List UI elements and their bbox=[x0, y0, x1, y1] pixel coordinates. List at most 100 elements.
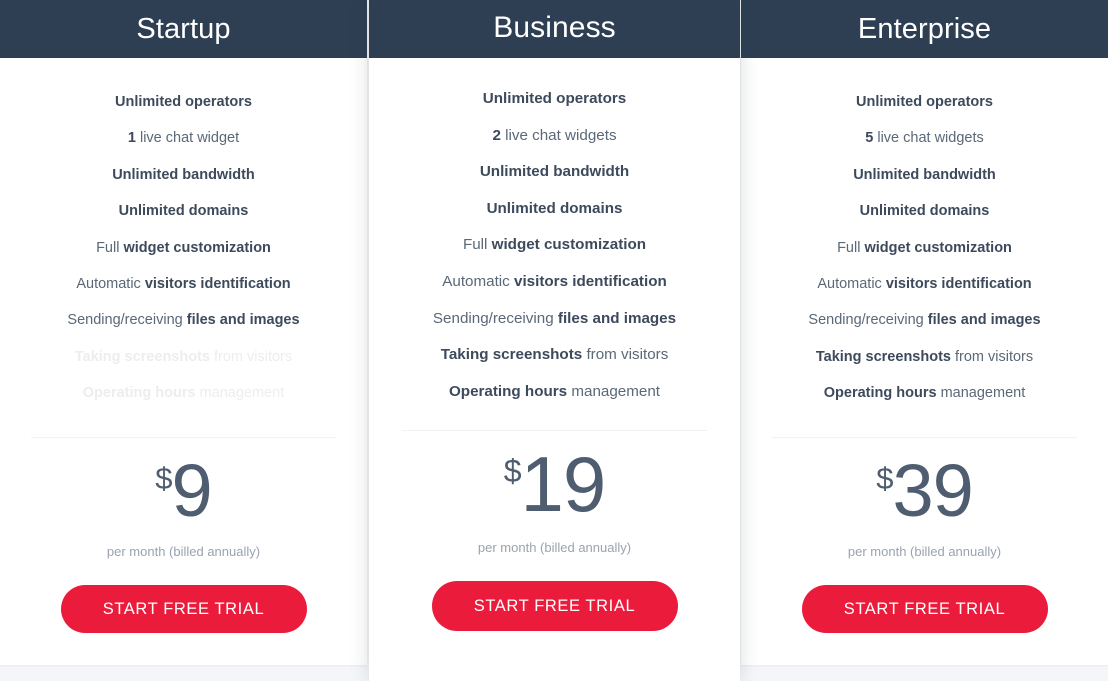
feature-item: Unlimited operators bbox=[0, 84, 367, 120]
feature-text-emphasis: files and images bbox=[557, 309, 677, 327]
feature-list-startup: Unlimited operators 1 live chat widget Unl… bbox=[0, 58, 367, 412]
price-note: per month (billed annually) bbox=[477, 540, 632, 556]
feature-text-tail: from visitors bbox=[950, 348, 1034, 365]
feature-text: Unlimited bandwidth bbox=[479, 163, 630, 181]
price-note: per month (billed annually) bbox=[847, 543, 1002, 559]
plan-card-business: Business Unlimited operators 2 live chat w… bbox=[369, 0, 740, 681]
feature-text-emphasis: widget customization bbox=[864, 239, 1012, 256]
feature-item: Full widget customization bbox=[369, 227, 740, 264]
feature-text-emphasis: Operating hours bbox=[823, 385, 937, 402]
plan-header-business: Business bbox=[369, 0, 740, 58]
feature-item: Sending/receiving files and images bbox=[0, 302, 367, 338]
feature-item: Taking screenshots from visitors bbox=[741, 339, 1108, 375]
feature-item: Taking screenshots from visitors bbox=[0, 339, 367, 375]
feature-text-lead: Sending/receiving bbox=[67, 312, 187, 329]
price-note: per month (billed annually) bbox=[106, 543, 261, 559]
feature-text-emphasis: visitors identification bbox=[144, 276, 291, 293]
feature-text-tail: live chat widgets bbox=[873, 130, 984, 147]
feature-item: Unlimited bandwidth bbox=[0, 157, 367, 193]
feature-text-lead: Automatic bbox=[76, 276, 145, 293]
feature-item: Unlimited domains bbox=[369, 191, 740, 228]
feature-item: Operating hours management bbox=[369, 374, 740, 411]
price-row: $39 bbox=[876, 453, 974, 528]
feature-item: Operating hours management bbox=[741, 375, 1108, 411]
plan-title: Enterprise bbox=[857, 13, 992, 45]
price-currency: $ bbox=[503, 453, 522, 490]
price-block-startup: $9 per month (billed annually) bbox=[0, 438, 367, 559]
feature-text-emphasis: files and images bbox=[186, 312, 300, 329]
feature-text-lead: Full bbox=[462, 236, 492, 254]
feature-item: Taking screenshots from visitors bbox=[369, 337, 740, 374]
price-currency: $ bbox=[876, 460, 893, 496]
feature-text-emphasis: Taking screenshots bbox=[440, 346, 583, 364]
feature-item: Automatic visitors identification bbox=[369, 264, 740, 301]
feature-item: 2 live chat widgets bbox=[369, 118, 740, 155]
feature-text-tail: from visitors bbox=[582, 346, 669, 364]
feature-text-emphasis: Operating hours bbox=[82, 385, 196, 402]
feature-text-lead: Sending/receiving bbox=[808, 312, 928, 329]
cta-wrap: START FREE TRIAL bbox=[741, 559, 1108, 633]
price-row: $19 bbox=[503, 445, 607, 523]
feature-list-enterprise: Unlimited operators 5 live chat widgets Un… bbox=[741, 58, 1108, 412]
feature-text-tail: live chat widget bbox=[135, 130, 240, 147]
feature-text-emphasis: Taking screenshots bbox=[815, 348, 951, 365]
feature-text: Unlimited bandwidth bbox=[112, 166, 255, 183]
feature-text-emphasis: files and images bbox=[927, 312, 1041, 329]
price-currency: $ bbox=[155, 460, 172, 496]
feature-text-lead: Automatic bbox=[442, 272, 514, 290]
feature-text-emphasis: Taking screenshots bbox=[74, 348, 210, 365]
feature-text-tail: management bbox=[567, 382, 660, 400]
feature-text-emphasis: visitors identification bbox=[514, 272, 667, 290]
feature-text-emphasis: Operating hours bbox=[448, 382, 568, 400]
price-block-enterprise: $39 per month (billed annually) bbox=[741, 438, 1108, 559]
feature-text-emphasis: visitors identification bbox=[885, 276, 1032, 293]
feature-text: Unlimited operators bbox=[115, 94, 252, 110]
feature-text: Unlimited operators bbox=[856, 94, 993, 110]
price-row: $9 bbox=[155, 453, 212, 528]
price-block-business: $19 per month (billed annually) bbox=[369, 431, 740, 555]
feature-item: Sending/receiving files and images bbox=[369, 301, 740, 338]
feature-text: Unlimited domains bbox=[859, 203, 990, 220]
price-amount: 19 bbox=[520, 440, 607, 529]
plan-card-startup: Startup Unlimited operators 1 live chat wi… bbox=[0, 0, 367, 665]
feature-text-lead: Full bbox=[837, 239, 865, 256]
feature-list-business: Unlimited operators 2 live chat widgets Un… bbox=[369, 58, 740, 410]
feature-item: Sending/receiving files and images bbox=[741, 302, 1108, 338]
feature-text-emphasis: widget customization bbox=[123, 239, 271, 256]
feature-item: Full widget customization bbox=[741, 230, 1108, 266]
feature-item: Automatic visitors identification bbox=[0, 266, 367, 302]
feature-item: Unlimited bandwidth bbox=[741, 157, 1108, 193]
feature-item: Unlimited domains bbox=[0, 193, 367, 229]
plan-title: Startup bbox=[136, 13, 231, 45]
feature-text-emphasis: 2 bbox=[492, 126, 501, 144]
feature-text-tail: management bbox=[195, 385, 285, 402]
feature-item: Automatic visitors identification bbox=[741, 266, 1108, 302]
price-amount: 9 bbox=[171, 448, 213, 532]
feature-item: Unlimited operators bbox=[369, 81, 740, 118]
cta-wrap: START FREE TRIAL bbox=[369, 555, 740, 632]
feature-item: Unlimited domains bbox=[741, 193, 1108, 229]
plan-header-enterprise: Enterprise bbox=[741, 0, 1108, 58]
feature-item: Unlimited operators bbox=[741, 84, 1108, 120]
feature-text: Unlimited domains bbox=[486, 199, 623, 217]
start-free-trial-button-startup[interactable]: START FREE TRIAL bbox=[60, 584, 307, 633]
feature-item: Operating hours management bbox=[0, 375, 367, 411]
start-free-trial-button-business[interactable]: START FREE TRIAL bbox=[431, 581, 678, 632]
feature-item: Full widget customization bbox=[0, 230, 367, 266]
feature-text-lead: Full bbox=[96, 239, 124, 256]
feature-text: Unlimited operators bbox=[482, 90, 627, 107]
feature-text: Unlimited bandwidth bbox=[853, 166, 996, 183]
feature-text: Unlimited domains bbox=[118, 203, 249, 220]
cta-wrap: START FREE TRIAL bbox=[0, 559, 367, 633]
feature-text-tail: live chat widgets bbox=[500, 126, 617, 144]
feature-item: 1 live chat widget bbox=[0, 120, 367, 156]
start-free-trial-button-enterprise[interactable]: START FREE TRIAL bbox=[801, 584, 1048, 633]
feature-text-emphasis: widget customization bbox=[491, 236, 647, 254]
feature-item: Unlimited bandwidth bbox=[369, 154, 740, 191]
feature-text-lead: Sending/receiving bbox=[432, 309, 558, 327]
feature-text-lead: Automatic bbox=[817, 276, 886, 293]
plan-header-startup: Startup bbox=[0, 0, 367, 58]
plan-title: Business bbox=[493, 11, 616, 44]
plan-card-enterprise: Enterprise Unlimited operators 5 live chat… bbox=[741, 0, 1108, 665]
feature-text-emphasis: 1 bbox=[127, 130, 136, 147]
